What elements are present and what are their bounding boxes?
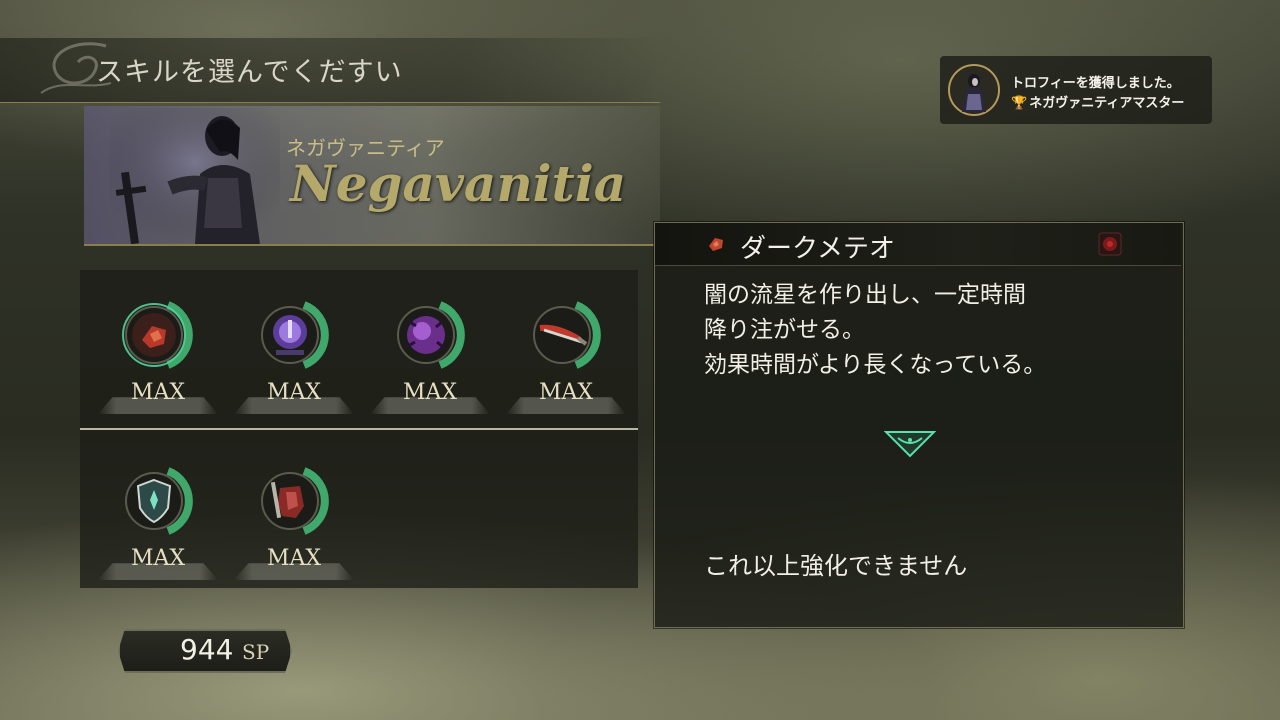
skill-level-label: MAX <box>130 380 186 405</box>
sp-unit: SP <box>242 640 270 664</box>
skill-slot-blood-strike[interactable]: MAX <box>234 446 364 580</box>
skill-type-badge-icon <box>1098 232 1122 256</box>
skill-slot-dark-meteor[interactable]: MAX <box>98 280 228 414</box>
trophy-cup-icon: 🏆 <box>1011 96 1028 111</box>
trophy-title: トロフィーを獲得しました。 <box>1011 76 1180 91</box>
dark-sphere-icon <box>397 301 465 369</box>
dark-meteor-icon <box>122 301 193 369</box>
skill-level-label: MAX <box>538 380 594 405</box>
skill-detail-description: 闇の流星を作り出し、一定時間 降り注がせる。 効果時間がより長くなっている。 <box>704 278 1164 383</box>
character-portrait <box>110 108 280 244</box>
trophy-name-row: 🏆 ネガヴァニティアマスター <box>1011 92 1184 111</box>
character-name: Negavanitia <box>290 154 627 213</box>
skill-slot-shield[interactable]: MAX <box>98 446 228 580</box>
upgrade-status-text: これ以上強化できません <box>704 552 968 580</box>
page-title: スキルを選んでくだすい <box>96 57 403 88</box>
dark-meteor-icon <box>709 238 723 251</box>
skill-slot-sword-slash[interactable]: MAX <box>506 280 636 414</box>
blood-strike-icon <box>261 467 329 535</box>
skill-slot-dark-sphere[interactable]: MAX <box>370 280 500 414</box>
skill-row-divider <box>80 428 638 430</box>
trophy-avatar-icon <box>948 64 1000 116</box>
skill-level-label: MAX <box>130 546 186 571</box>
skill-level-label: MAX <box>402 380 458 405</box>
scroll-down-arrow-icon[interactable] <box>884 428 936 458</box>
sp-value: 944 <box>180 633 234 666</box>
description-line: 闇の流星を作り出し、一定時間 <box>704 282 1026 308</box>
trophy-name: ネガヴァニティアマスター <box>1029 96 1185 111</box>
skill-level-label: MAX <box>266 380 322 405</box>
description-line: 降り注がせる。 <box>704 317 865 343</box>
purple-orb-icon <box>261 301 329 369</box>
skill-detail-title: ダークメテオ <box>740 234 895 264</box>
skill-slot-purple-orb[interactable]: MAX <box>234 280 364 414</box>
description-line: 効果時間がより長くなっている。 <box>704 352 1047 378</box>
sword-slash-icon <box>533 301 601 369</box>
shield-icon <box>125 467 193 535</box>
skill-level-label: MAX <box>266 546 322 571</box>
